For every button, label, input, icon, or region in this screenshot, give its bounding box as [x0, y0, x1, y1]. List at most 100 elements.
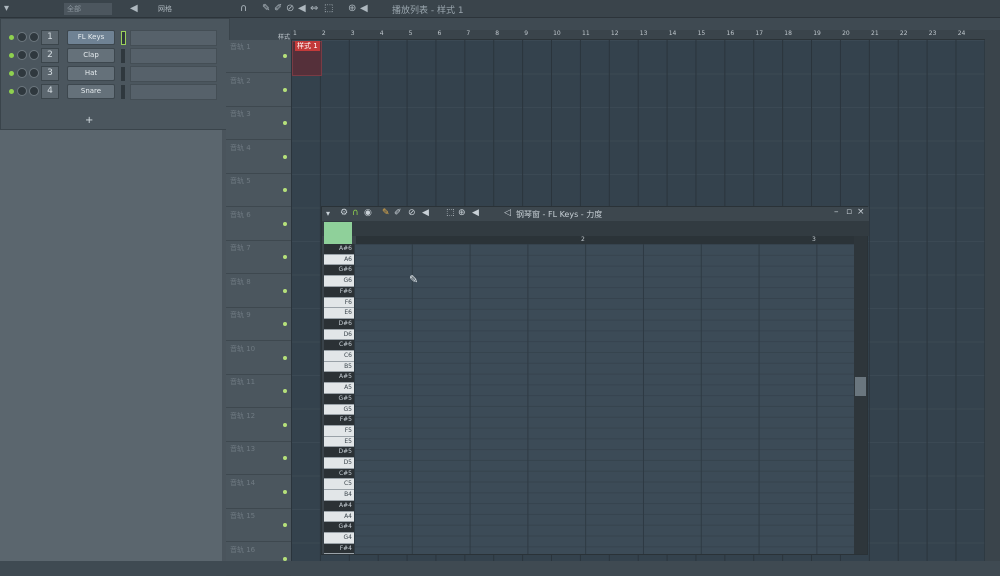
volume-knob[interactable]	[29, 32, 39, 42]
pan-knob[interactable]	[17, 50, 27, 60]
channel-number[interactable]: 2	[41, 48, 59, 63]
mute-icon[interactable]: ◀	[298, 3, 306, 15]
minimize-icon[interactable]: –	[834, 207, 839, 217]
track-label[interactable]: 音轨 13	[226, 442, 291, 475]
add-channel-button[interactable]: +	[85, 115, 93, 126]
pencil-icon[interactable]: ✎	[262, 3, 270, 15]
menu-arrow-icon[interactable]: ▾	[326, 209, 330, 218]
piano-key[interactable]: C6	[324, 351, 354, 362]
piano-key[interactable]: A#4	[324, 500, 354, 512]
track-led-icon[interactable]	[283, 556, 287, 561]
track-led-icon[interactable]	[283, 221, 287, 226]
close-icon[interactable]: ×	[857, 207, 865, 217]
piano-key[interactable]: F6	[324, 298, 354, 309]
piano-key[interactable]: F#4	[324, 543, 354, 555]
track-led-icon[interactable]	[283, 355, 287, 360]
piano-keyboard[interactable]: A#6 A6 G#6 G6 F#6 F6 E6 D#6 D6 C#6 C6 B5 A#5 A5 G#5 G5 F…	[324, 244, 354, 555]
piano-key[interactable]: E5	[324, 437, 354, 448]
volume-knob[interactable]	[29, 50, 39, 60]
track-label[interactable]: 音轨 3	[226, 107, 291, 140]
track-led-icon[interactable]	[283, 288, 287, 293]
magnet-icon[interactable]: ∩	[240, 3, 247, 15]
piano-roll-titlebar[interactable]: ▾ ⚙ ∩ ◉ ✎ ✐ ⊘ ◀ ⬚ ⊕ ◀ ◁ 钢琴窗 - FL Keys - …	[322, 207, 869, 221]
channel-button[interactable]: Hat	[67, 66, 115, 81]
piano-key[interactable]: G#5	[324, 393, 354, 405]
track-led-icon[interactable]	[283, 523, 287, 527]
piano-key[interactable]: E6	[324, 308, 354, 319]
pan-knob[interactable]	[17, 32, 27, 42]
piano-key[interactable]: A#5	[324, 372, 354, 384]
maximize-icon[interactable]: ▫	[846, 207, 852, 217]
arrow-down-icon[interactable]: ▾	[4, 3, 9, 15]
channel-led-icon[interactable]	[9, 71, 14, 76]
piano-key[interactable]: C#5	[324, 468, 354, 480]
delete-icon[interactable]: ⊘	[408, 208, 416, 218]
track-led-icon[interactable]	[283, 255, 287, 259]
channel-select[interactable]	[121, 31, 126, 45]
piano-key[interactable]: C#6	[324, 340, 354, 352]
piano-key[interactable]: G6	[324, 276, 354, 287]
piano-key[interactable]: G#4	[324, 522, 354, 533]
slip-icon[interactable]: ⇔	[310, 3, 318, 15]
pan-knob[interactable]	[17, 86, 27, 96]
step-sequencer[interactable]	[130, 66, 217, 82]
channel-led-icon[interactable]	[9, 53, 14, 58]
volume-knob[interactable]	[29, 68, 39, 78]
piano-key[interactable]: A5	[324, 383, 354, 394]
zoom-icon[interactable]: ⊕	[458, 208, 466, 218]
channel-select[interactable]	[121, 49, 125, 63]
pattern-clip[interactable]: 样式 1	[292, 41, 322, 76]
track-led-icon[interactable]	[283, 188, 287, 192]
track-led-icon[interactable]	[283, 87, 287, 92]
track-label[interactable]: 音轨 16	[226, 543, 291, 576]
scroll-thumb[interactable]	[855, 377, 866, 396]
channel-led-icon[interactable]	[9, 35, 14, 40]
track-label[interactable]: 音轨 12	[226, 409, 291, 442]
record-icon[interactable]: ◉	[364, 208, 372, 218]
channel-number[interactable]: 1	[41, 30, 59, 45]
note-grid[interactable]	[354, 244, 854, 554]
track-label[interactable]: 音轨 11	[226, 375, 291, 408]
piano-key[interactable]: G4	[324, 533, 354, 544]
track-label[interactable]: 音轨 1	[226, 40, 291, 73]
channel-button[interactable]: Clap	[67, 48, 115, 63]
piano-key[interactable]: D6	[324, 330, 354, 341]
magnet-icon[interactable]: ∩	[352, 208, 359, 218]
channel-led-icon[interactable]	[9, 89, 14, 94]
snap-label[interactable]: 网格	[158, 3, 172, 15]
track-label[interactable]: 音轨 4	[226, 141, 291, 174]
piano-key[interactable]: B4	[324, 490, 354, 501]
channel-number[interactable]: 4	[41, 84, 59, 99]
select-icon[interactable]: ⬚	[324, 3, 333, 15]
playlist-ruler[interactable]: 1 2 3 4 5 6 7 8 9 10 11 12 13 14 15 16 17 18 19 20 21 22 23 24	[291, 30, 985, 40]
step-sequencer[interactable]	[130, 48, 217, 64]
track-led-icon[interactable]	[283, 322, 287, 326]
track-label[interactable]: 音轨 14	[226, 476, 291, 509]
piano-key[interactable]: F#5	[324, 415, 354, 426]
piano-key[interactable]: F5	[324, 426, 354, 437]
piano-key[interactable]: A#6	[324, 244, 354, 255]
track-label[interactable]: 音轨 5	[226, 174, 291, 207]
piano-key[interactable]: D#5	[324, 447, 354, 459]
channel-select[interactable]	[121, 67, 125, 81]
mute-icon[interactable]: ◀	[422, 208, 429, 218]
track-label[interactable]: 音轨 15	[226, 509, 291, 542]
track-led-icon[interactable]	[283, 456, 287, 460]
track-label[interactable]: 音轨 8	[226, 275, 291, 308]
step-sequencer[interactable]	[130, 84, 217, 100]
channel-button[interactable]: FL Keys	[67, 30, 115, 45]
volume-knob[interactable]	[29, 86, 39, 96]
select-icon[interactable]: ⬚	[446, 208, 455, 218]
piano-key[interactable]: B5	[324, 362, 354, 373]
pan-knob[interactable]	[17, 68, 27, 78]
track-label[interactable]: 音轨 9	[226, 308, 291, 341]
step-sequencer[interactable]	[130, 30, 217, 46]
playback-icon[interactable]: ◀	[472, 208, 479, 218]
piano-key[interactable]: G5	[324, 405, 354, 416]
group-select[interactable]: 全部	[64, 3, 112, 15]
piano-key[interactable]: A6	[324, 255, 354, 266]
track-led-icon[interactable]	[283, 121, 287, 125]
track-label[interactable]: 音轨 10	[226, 342, 291, 375]
track-label[interactable]: 音轨 2	[226, 74, 291, 107]
zoom-icon[interactable]: ⊕	[348, 3, 356, 15]
